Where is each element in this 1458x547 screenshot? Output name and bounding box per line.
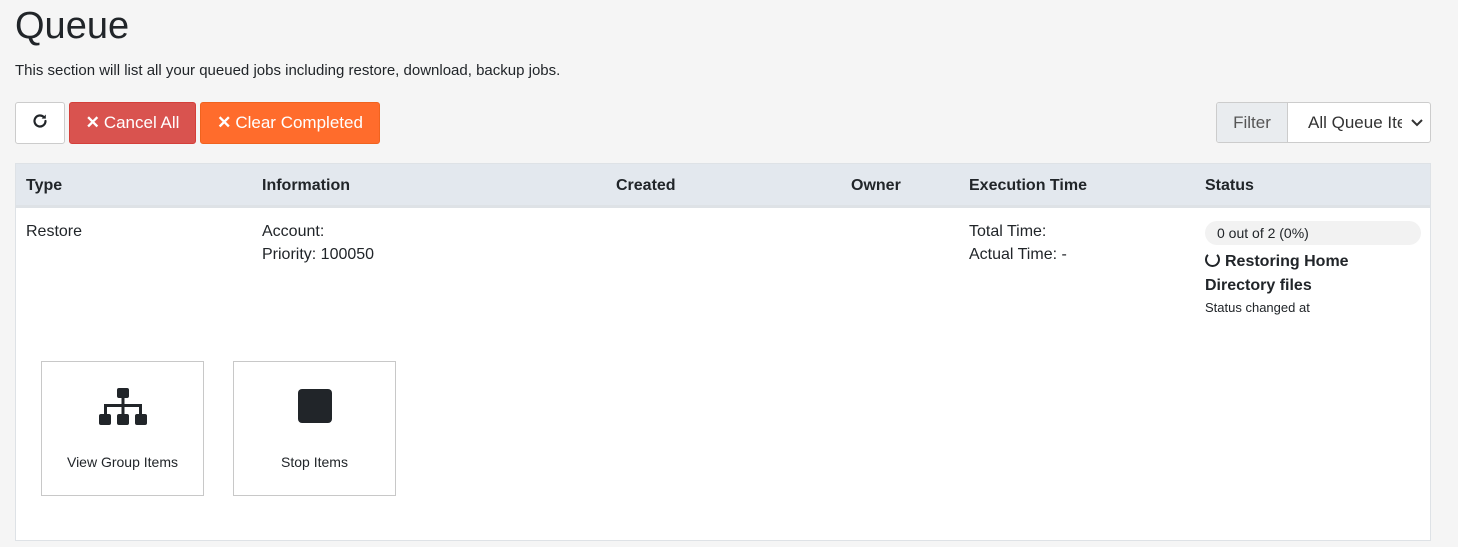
close-icon: ✕ bbox=[85, 113, 100, 132]
cell-type: Restore bbox=[26, 223, 83, 240]
column-header-execution-time: Execution Time bbox=[969, 177, 1087, 194]
cancel-all-label: Cancel All bbox=[103, 113, 180, 132]
cell-total-time: Total Time: bbox=[969, 223, 1047, 240]
view-group-items-button[interactable]: View Group Items bbox=[41, 361, 204, 496]
filter-label: Filter bbox=[1217, 103, 1288, 142]
column-header-type: Type bbox=[26, 177, 63, 194]
page-title: Queue bbox=[15, 5, 130, 47]
status-main: Restoring Home Directory files bbox=[1205, 250, 1405, 298]
spinner-icon bbox=[1205, 252, 1220, 267]
view-group-items-label: View Group Items bbox=[66, 454, 178, 470]
column-header-created: Created bbox=[616, 177, 676, 194]
column-header-owner: Owner bbox=[851, 177, 901, 194]
cancel-all-button[interactable]: ✕ Cancel All bbox=[69, 102, 196, 144]
page-description: This section will list all your queued j… bbox=[15, 62, 561, 79]
cell-priority: Priority: 100050 bbox=[262, 246, 375, 263]
status-changed: Status changed at bbox=[1205, 300, 1310, 315]
progress-text: 0 out of 2 (0%) bbox=[1217, 225, 1309, 241]
stop-items-button[interactable]: Stop Items bbox=[233, 361, 396, 496]
clear-completed-button[interactable]: ✕ Clear Completed bbox=[200, 102, 380, 144]
close-icon: ✕ bbox=[217, 113, 232, 132]
sitemap-icon bbox=[98, 388, 147, 433]
filter-select[interactable]: All Queue Items bbox=[1288, 103, 1430, 142]
column-header-information: Information bbox=[262, 177, 350, 194]
chevron-down-icon bbox=[1410, 114, 1424, 134]
clear-completed-label: Clear Completed bbox=[235, 113, 363, 132]
queue-table: Type Information Created Owner Execution… bbox=[15, 163, 1431, 541]
column-header-status: Status bbox=[1205, 177, 1254, 194]
refresh-button[interactable] bbox=[15, 102, 65, 144]
refresh-icon bbox=[31, 112, 49, 135]
cell-actual-time: Actual Time: - bbox=[969, 246, 1067, 263]
filter-group: Filter All Queue Items bbox=[1216, 102, 1431, 143]
progress-bar: 0 out of 2 (0%) bbox=[1205, 221, 1421, 245]
table-header: Type Information Created Owner Execution… bbox=[16, 164, 1430, 208]
status-main-text: Restoring Home Directory files bbox=[1205, 253, 1349, 294]
stop-items-label: Stop Items bbox=[281, 454, 348, 470]
cell-account: Account: bbox=[262, 223, 325, 240]
stop-icon bbox=[297, 388, 333, 429]
filter-select-value: All Queue Items bbox=[1308, 112, 1402, 132]
